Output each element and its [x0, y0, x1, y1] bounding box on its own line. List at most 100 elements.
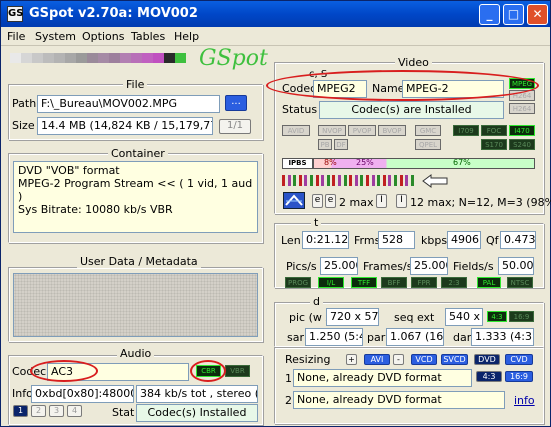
- refs-right-icon: I: [396, 194, 407, 208]
- pulldown-icon: [283, 192, 305, 209]
- path-label: Path: [12, 97, 37, 110]
- fields-field: 50.00: [498, 257, 534, 275]
- qf-label: Qf: [486, 234, 499, 247]
- resizing-label: Resizing: [285, 353, 331, 366]
- color-swatch: [32, 53, 43, 63]
- menu-options[interactable]: Options: [82, 30, 124, 43]
- refs-label: 12 max; N=12, M=3 (98%: [410, 196, 551, 209]
- userdata-box: [13, 273, 258, 337]
- part-indicator: 1/1: [219, 119, 251, 134]
- vbr-indicator: VBR: [225, 365, 250, 377]
- frames-field: 25.000: [410, 257, 448, 275]
- minimize-button[interactable]: _: [479, 4, 500, 25]
- gop-frame-tick: [388, 175, 392, 186]
- color-swatch: [21, 53, 32, 63]
- sar-field: 1.250 (5:4): [305, 328, 363, 346]
- audio-track-2-button[interactable]: 2: [31, 405, 46, 417]
- foc-indicator: FOC: [481, 125, 507, 136]
- frame-distribution-bar: [313, 158, 535, 169]
- highlight-ring-audio-codec: [30, 360, 98, 382]
- gmc-indicator: GMC: [415, 125, 441, 136]
- color-swatch: [120, 53, 131, 63]
- bframes-right-icon: e: [325, 194, 336, 208]
- resize-row-2-field: None, already DVD format: [293, 391, 505, 409]
- resize-row-2-number: 2: [285, 394, 292, 407]
- seq-ext-field: 540 x 57: [445, 308, 483, 326]
- audio-stat-field: Codec(s) Installed: [136, 404, 258, 422]
- info-link[interactable]: info: [514, 394, 535, 407]
- menu-file[interactable]: File: [7, 30, 25, 43]
- audio-track-3-button[interactable]: 3: [49, 405, 64, 417]
- window-title: GSpot v2.70a: MOV002: [29, 6, 198, 21]
- maximize-button[interactable]: □: [503, 4, 524, 25]
- gop-frame-tick: [405, 175, 409, 186]
- bff-indicator: BFF: [381, 277, 407, 288]
- ratio-43-indicator: 4:3: [487, 311, 507, 322]
- h264-indicator-2: H264: [509, 103, 535, 114]
- frames-label: Frames/s: [363, 260, 413, 273]
- gop-frame-tick: [354, 175, 358, 186]
- ratio-169-button[interactable]: 16:9: [505, 371, 533, 382]
- audio-info-field-2: 384 kb/s tot , stereo (2/: [136, 385, 258, 403]
- file-group-title: File: [123, 78, 148, 91]
- gop-frame-tick: [360, 175, 364, 186]
- close-button[interactable]: ✕: [527, 4, 548, 25]
- dvd-button[interactable]: DVD: [474, 354, 500, 365]
- vcd-button[interactable]: VCD: [411, 354, 437, 365]
- color-swatch: [109, 53, 120, 63]
- gop-frame-tick: [377, 175, 381, 186]
- gop-frame-tick: [304, 175, 308, 186]
- ratio-43-button[interactable]: 4:3: [476, 371, 502, 382]
- dar-field: 1.333 (4:3): [471, 328, 534, 346]
- color-swatch: [87, 53, 98, 63]
- menu-bar: File System Options Tables Help: [1, 27, 550, 46]
- menu-tables[interactable]: Tables: [131, 30, 165, 43]
- audio-track-1-button[interactable]: 1: [13, 405, 28, 417]
- pvop-indicator: PVOP: [348, 125, 376, 136]
- pulldown-23-indicator: 2:3: [441, 277, 467, 288]
- avid-indicator: AVID: [282, 125, 310, 136]
- resize-minus-button[interactable]: -: [393, 354, 404, 365]
- color-swatch: [142, 53, 153, 63]
- gop-frame-tick: [310, 175, 313, 186]
- gspot-logo: GSpot: [199, 46, 268, 71]
- gop-frame-tick: [399, 175, 403, 186]
- s240-indicator: S240: [509, 139, 535, 150]
- menu-system[interactable]: System: [35, 30, 76, 43]
- dar-label: dar: [453, 331, 472, 344]
- gop-frame-tick: [410, 175, 414, 186]
- i-frame-percent: 8%: [324, 158, 337, 167]
- gop-frame-tick: [332, 175, 336, 186]
- path-field[interactable]: F:\_Bureau\MOV002.MPG: [37, 95, 220, 113]
- gop-frame-tick: [371, 175, 375, 186]
- avi-button[interactable]: AVI: [364, 354, 390, 365]
- refs-left-icon: I: [376, 194, 387, 208]
- color-swatch: [65, 53, 76, 63]
- audio-track-4-button[interactable]: 4: [67, 405, 82, 417]
- svcd-button[interactable]: SVCD: [441, 354, 468, 365]
- menu-help[interactable]: Help: [174, 30, 199, 43]
- pal-indicator: PAL: [477, 277, 501, 288]
- audio-group-title: Audio: [117, 347, 155, 360]
- browse-button[interactable]: ...: [225, 95, 247, 111]
- gop-frame-tick: [282, 175, 285, 186]
- cvd-button[interactable]: CVD: [505, 354, 533, 365]
- gop-frame-tick: [326, 175, 330, 186]
- pic-field: 720 x 576: [326, 308, 379, 326]
- container-line: Sys Bitrate: 10080 kb/s VBR: [18, 203, 173, 216]
- gop-structure-bar: [282, 175, 422, 186]
- container-group-title: Container: [108, 147, 168, 160]
- resize-plus-button[interactable]: +: [346, 354, 357, 365]
- color-swatch: [131, 53, 142, 63]
- resize-row-1-number: 1: [285, 372, 292, 385]
- ntsc-indicator: NTSC: [507, 277, 533, 288]
- color-swatch: [175, 53, 186, 63]
- audio-info-field-1: 0xbd[0x80]:48000Hz: [31, 385, 134, 403]
- highlight-ring-video-codec: [266, 70, 539, 101]
- gop-frame-tick: [366, 175, 369, 186]
- gop-frame-tick: [298, 175, 302, 186]
- gop-frame-tick: [293, 175, 297, 186]
- timing-group-title: t: [311, 216, 322, 229]
- gop-frame-tick: [287, 175, 291, 186]
- audio-info-label: Info: [12, 387, 33, 400]
